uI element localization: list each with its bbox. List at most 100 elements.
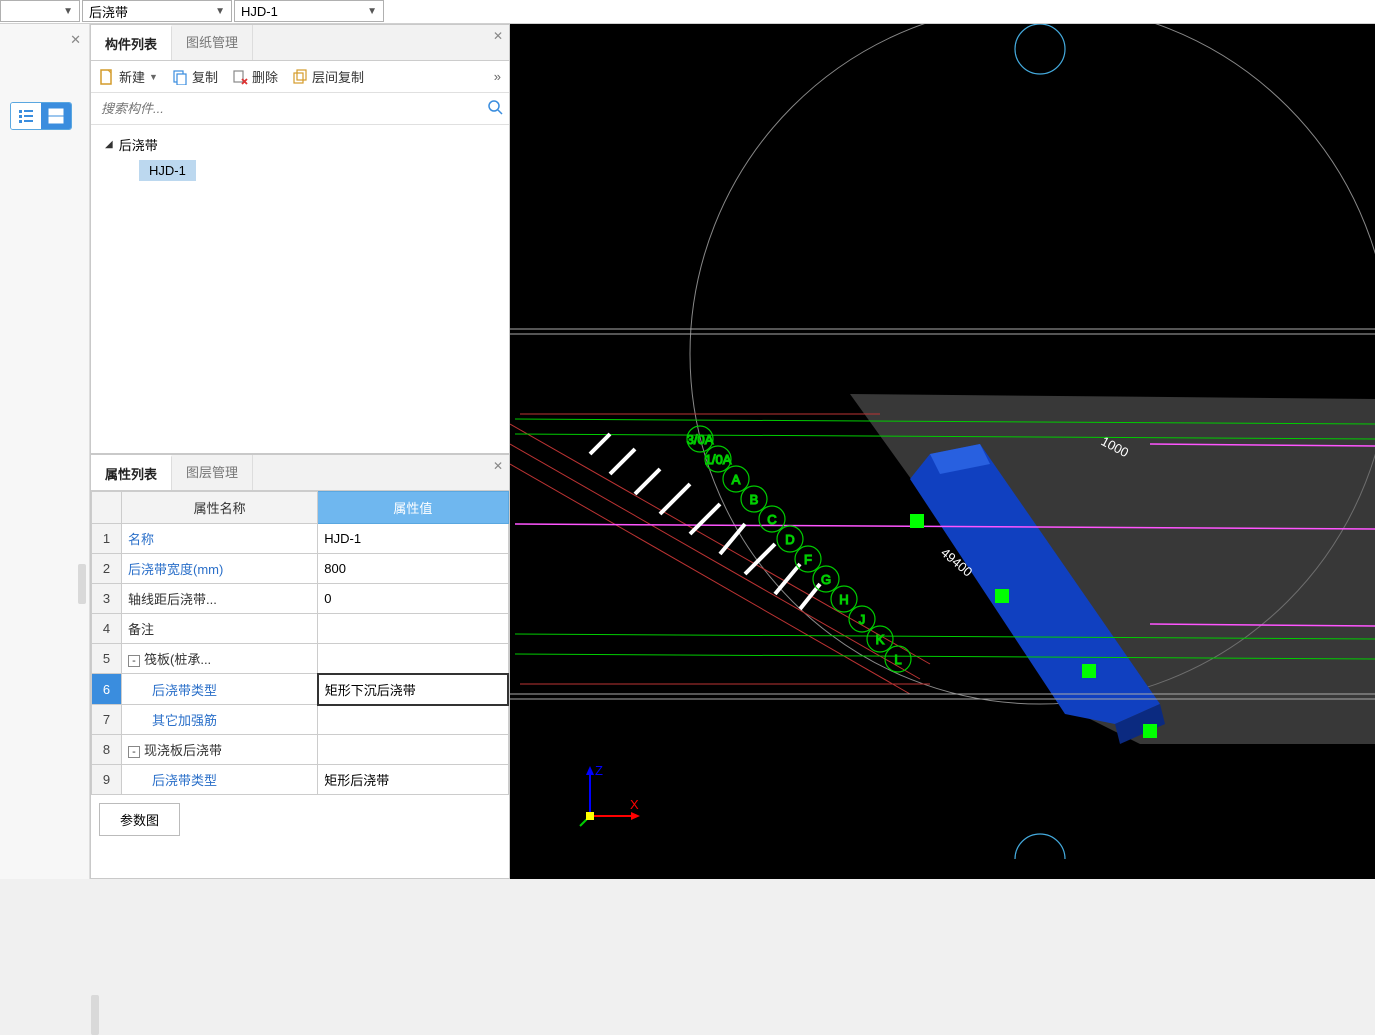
new-button[interactable]: 新建 ▼ — [99, 67, 158, 86]
property-name: -筏板(桩承... — [122, 644, 318, 674]
grid-axis-label: 1/0A — [705, 452, 732, 467]
component-tree: ◢ 后浇带 HJD-1 — [91, 125, 509, 453]
axis-z-label: Z — [595, 763, 603, 778]
drag-handle[interactable] — [78, 564, 86, 604]
dropdown-1[interactable]: ▼ — [0, 0, 80, 22]
chevron-down-icon: ▼ — [215, 6, 225, 17]
view-toggle — [10, 102, 72, 130]
new-icon — [99, 69, 115, 85]
delete-icon — [232, 69, 248, 85]
row-number: 8 — [92, 735, 122, 765]
component-toolbar: 新建 ▼ 复制 删除 层间复制 » — [91, 61, 509, 93]
floor-copy-icon — [292, 69, 308, 85]
property-value[interactable]: 0 — [318, 584, 508, 614]
tree-root-node[interactable]: ◢ 后浇带 — [105, 135, 495, 154]
row-number: 4 — [92, 614, 122, 644]
collapse-icon[interactable]: ◢ — [105, 139, 113, 150]
property-value[interactable]: 矩形后浇带 — [318, 765, 508, 795]
dropdown-element[interactable]: HJD-1 ▼ — [234, 0, 384, 22]
drag-handle[interactable] — [91, 995, 99, 1035]
row-number: 9 — [92, 765, 122, 795]
delete-button[interactable]: 删除 — [232, 67, 278, 86]
copy-button[interactable]: 复制 — [172, 67, 218, 86]
copy-label: 复制 — [192, 67, 218, 86]
col-propname: 属性名称 — [122, 492, 318, 524]
tab-component-list[interactable]: 构件列表 — [91, 25, 172, 60]
chevron-down-icon: ▼ — [149, 72, 158, 82]
param-diagram-button[interactable]: 参数图 — [99, 803, 180, 836]
tree-root-label: 后浇带 — [119, 135, 158, 154]
left-sidebar: ✕ — [0, 24, 90, 879]
tree-child-node[interactable]: HJD-1 — [139, 160, 196, 181]
grid-axis-label: A — [732, 472, 741, 487]
grid-axis-label: D — [785, 532, 794, 547]
3d-viewport[interactable]: 3/0A1/0AABCDFGHJKL 1000 49400 Z X — [510, 24, 1375, 879]
axis-gizmo: Z X — [575, 761, 645, 834]
row-number: 5 — [92, 644, 122, 674]
axis-x-label: X — [630, 797, 639, 812]
table-row[interactable]: 4备注 — [92, 614, 509, 644]
property-value[interactable]: 800 — [318, 554, 508, 584]
table-row[interactable]: 6后浇带类型矩形下沉后浇带 — [92, 674, 509, 705]
new-label: 新建 — [119, 67, 145, 86]
property-value[interactable] — [318, 644, 508, 674]
col-propvalue: 属性值 — [318, 492, 508, 524]
property-value[interactable] — [318, 614, 508, 644]
grid-axis-label: H — [839, 592, 848, 607]
component-tabs: 构件列表 图纸管理 — [91, 25, 509, 61]
table-row[interactable]: 2后浇带宽度(mm)800 — [92, 554, 509, 584]
3d-scene: 3/0A1/0AABCDFGHJKL 1000 49400 — [510, 24, 1375, 879]
param-button-row: 参数图 — [91, 795, 509, 844]
dropdown-category-value: 后浇带 — [89, 2, 128, 21]
table-row[interactable]: 7其它加强筋 — [92, 705, 509, 735]
property-value[interactable] — [318, 705, 508, 735]
copy-icon — [172, 69, 188, 85]
close-icon[interactable]: ✕ — [493, 29, 503, 43]
grid-axis-label: C — [767, 512, 776, 527]
card-view-icon[interactable] — [41, 103, 71, 129]
properties-tabs: 属性列表 图层管理 — [91, 455, 509, 491]
close-icon[interactable]: ✕ — [70, 32, 81, 48]
table-row[interactable]: 3轴线距后浇带...0 — [92, 584, 509, 614]
grid-axis-label: F — [804, 552, 812, 567]
row-number: 6 — [92, 674, 122, 705]
col-rownum — [92, 492, 122, 524]
tab-properties[interactable]: 属性列表 — [91, 455, 172, 490]
more-icon[interactable]: » — [494, 69, 501, 84]
grid-axis-label: 3/0A — [687, 432, 714, 447]
properties-panel: ✕ 属性列表 图层管理 属性名称 属性值 1名称HJD-12后浇带宽度(mm)8… — [90, 454, 510, 879]
floor-copy-button[interactable]: 层间复制 — [292, 67, 364, 86]
row-number: 1 — [92, 524, 122, 554]
property-value[interactable] — [318, 735, 508, 765]
grid-axis-label: J — [859, 612, 866, 627]
dropdown-element-value: HJD-1 — [241, 4, 278, 19]
panels-column: ✕ 构件列表 图纸管理 新建 ▼ 复制 删除 — [90, 24, 510, 879]
tab-layers[interactable]: 图层管理 — [172, 455, 253, 490]
expander-icon[interactable]: - — [128, 655, 140, 667]
dropdown-category[interactable]: 后浇带 ▼ — [82, 0, 232, 22]
delete-label: 删除 — [252, 67, 278, 86]
row-number: 3 — [92, 584, 122, 614]
table-row[interactable]: 8-现浇板后浇带 — [92, 735, 509, 765]
properties-table: 属性名称 属性值 1名称HJD-12后浇带宽度(mm)8003轴线距后浇带...… — [91, 491, 509, 795]
property-value[interactable]: HJD-1 — [318, 524, 508, 554]
table-row[interactable]: 9后浇带类型矩形后浇带 — [92, 765, 509, 795]
property-value[interactable]: 矩形下沉后浇带 — [318, 674, 508, 705]
search-row — [91, 93, 509, 125]
table-row[interactable]: 1名称HJD-1 — [92, 524, 509, 554]
property-name: 轴线距后浇带... — [122, 584, 318, 614]
property-name: 后浇带类型 — [122, 674, 318, 705]
search-icon[interactable] — [487, 99, 503, 118]
tab-drawing-mgmt[interactable]: 图纸管理 — [172, 25, 253, 60]
search-input[interactable] — [97, 97, 487, 120]
table-row[interactable]: 5-筏板(桩承... — [92, 644, 509, 674]
close-icon[interactable]: ✕ — [493, 459, 503, 473]
chevron-down-icon: ▼ — [63, 6, 73, 17]
chevron-down-icon: ▼ — [367, 6, 377, 17]
property-name: 名称 — [122, 524, 318, 554]
grid-axis-label: B — [750, 492, 759, 507]
grid-axis-label: K — [876, 632, 885, 647]
expander-icon[interactable]: - — [128, 746, 140, 758]
list-view-icon[interactable] — [11, 103, 41, 129]
floor-copy-label: 层间复制 — [312, 67, 364, 86]
